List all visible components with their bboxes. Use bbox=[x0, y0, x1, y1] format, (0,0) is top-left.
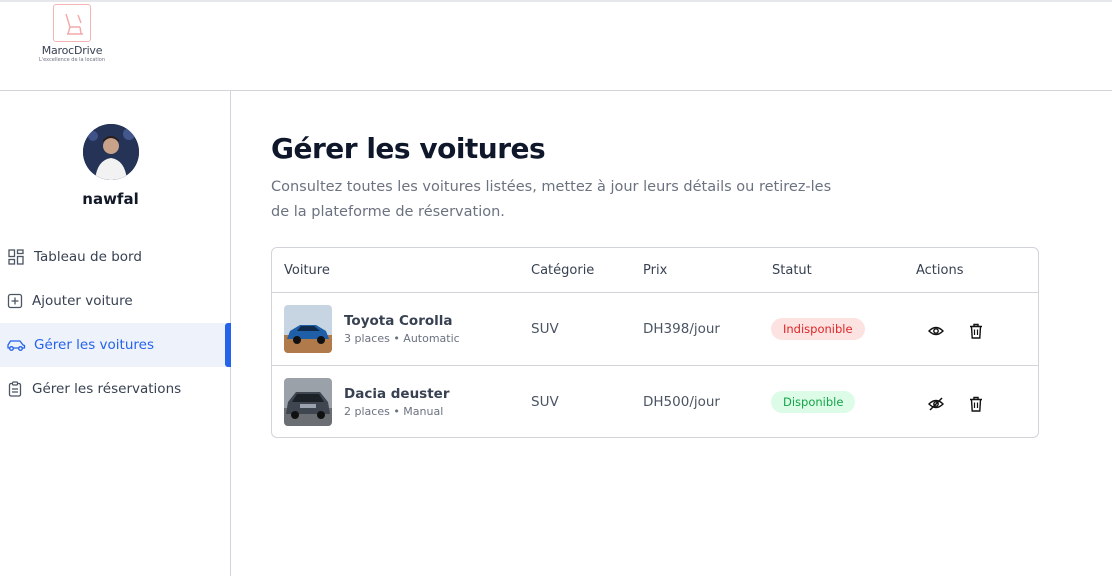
car-icon bbox=[6, 337, 26, 353]
column-header-price: Prix bbox=[643, 263, 668, 278]
page-subtitle: Consultez toutes les voitures listées, m… bbox=[271, 179, 832, 220]
brand-name: MarocDrive bbox=[41, 44, 103, 57]
car-meta: 3 places • Automatic bbox=[344, 332, 460, 345]
status-badge: Disponible bbox=[771, 391, 856, 413]
seat-logo-icon bbox=[53, 4, 91, 42]
trash-icon[interactable] bbox=[967, 395, 985, 413]
car-price: DH398/jour bbox=[643, 321, 720, 337]
sidebar-item-label: Ajouter voiture bbox=[32, 293, 133, 309]
car-category: SUV bbox=[531, 394, 559, 410]
brand-tagline: L'excellence de la location bbox=[38, 57, 105, 63]
car-name: Dacia deuster bbox=[344, 386, 450, 402]
sidebar: nawfal Tableau de bord Ajouter voiture G… bbox=[0, 91, 231, 576]
car-price: DH500/jour bbox=[643, 394, 720, 410]
main-content: Gérer les voitures Consultez toutes les … bbox=[231, 91, 1112, 576]
status-badge: Indisponible bbox=[771, 318, 865, 340]
username: nawfal bbox=[82, 190, 139, 208]
sidebar-item-label: Gérer les réservations bbox=[32, 381, 182, 397]
sidebar-item-manage-cars[interactable]: Gérer les voitures bbox=[0, 323, 231, 367]
top-header: MarocDrive L'excellence de la location bbox=[0, 2, 1112, 91]
avatar[interactable] bbox=[83, 124, 139, 180]
column-header-status: Statut bbox=[772, 263, 812, 278]
cars-table: Voiture Catégorie Prix Statut Actions To… bbox=[271, 247, 1039, 438]
brand-logo[interactable]: MarocDrive L'excellence de la location bbox=[37, 4, 107, 63]
table-row: Dacia deuster 2 places • Manual SUV DH50… bbox=[272, 365, 1038, 437]
sidebar-item-label: Gérer les voitures bbox=[34, 337, 154, 353]
eye-icon[interactable] bbox=[927, 322, 945, 340]
car-category: SUV bbox=[531, 321, 559, 337]
trash-icon[interactable] bbox=[967, 322, 985, 340]
dashboard-icon bbox=[8, 249, 24, 265]
clipboard-icon bbox=[7, 381, 23, 397]
table-row: Toyota Corolla 3 places • Automatic SUV … bbox=[272, 292, 1038, 365]
column-header-category: Catégorie bbox=[531, 263, 595, 278]
car-name: Toyota Corolla bbox=[344, 313, 453, 329]
car-meta: 2 places • Manual bbox=[344, 405, 444, 418]
sidebar-item-dashboard[interactable]: Tableau de bord bbox=[0, 235, 231, 279]
car-thumbnail bbox=[284, 305, 332, 353]
column-header-actions: Actions bbox=[916, 263, 964, 278]
column-header-car: Voiture bbox=[284, 263, 330, 278]
car-thumbnail bbox=[284, 378, 332, 426]
sidebar-item-add-car[interactable]: Ajouter voiture bbox=[0, 279, 231, 323]
add-square-icon bbox=[7, 293, 23, 309]
sidebar-item-manage-bookings[interactable]: Gérer les réservations bbox=[0, 367, 231, 411]
eye-off-icon[interactable] bbox=[927, 395, 945, 413]
page-title: Gérer les voitures bbox=[271, 132, 546, 165]
sidebar-item-label: Tableau de bord bbox=[34, 249, 142, 265]
